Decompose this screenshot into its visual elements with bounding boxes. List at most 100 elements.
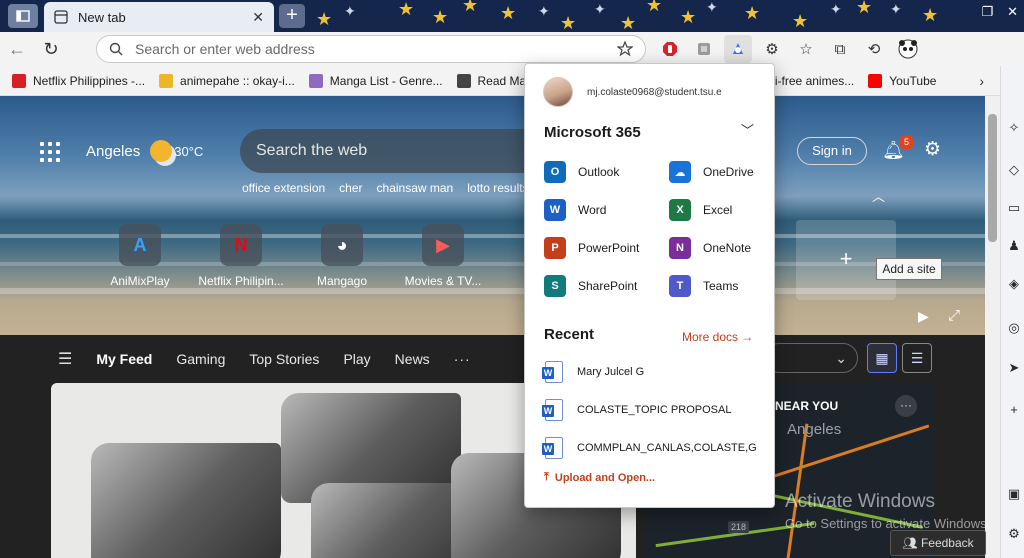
m365-icon[interactable] [724,35,752,63]
account-row[interactable]: mj.colaste0968@student.tsu.e [543,77,737,107]
quick-link-netflix[interactable]: N Netflix Philipin... [191,224,291,288]
app-powerpoint[interactable]: P PowerPoint [544,237,639,259]
favorite-manga-list[interactable]: Manga List - Genre... [308,73,443,88]
collections-icon[interactable]: ⧉ [826,35,854,63]
more-docs-link[interactable]: More docs → [682,330,753,344]
quick-link-movies-tv[interactable]: ▶ Movies & TV... [393,224,493,288]
recent-heading: Recent [544,326,595,343]
feed-layout-dropdown[interactable]: ⌄ [764,343,858,373]
profile-panda-icon[interactable] [894,35,922,63]
trending-searches: office extension cher chainsaw man lotto… [242,181,542,195]
favorites-icon[interactable]: ☆ [792,35,820,63]
tab-news[interactable]: News [395,351,430,367]
partly-sunny-icon [150,140,173,162]
word-doc-icon [542,437,563,459]
tab-close-icon[interactable]: ✕ [252,9,264,26]
sidebar-settings-icon[interactable]: ⚙ [1005,526,1023,544]
quick-link-animixplay[interactable]: A AniMixPlay [90,224,190,288]
favorites-overflow-icon[interactable]: › [979,73,984,89]
toolbar-icons: ⚙ ☆ ⧉ ⟲ [656,35,922,63]
window-controls: ❐ ✕ [981,4,1018,20]
tab-gaming[interactable]: Gaming [176,351,225,367]
upload-open-link[interactable]: ⤒ Upload and Open... [544,471,655,484]
app-sharepoint[interactable]: S SharePoint [544,275,637,297]
grid-layout-icon[interactable]: ▦ [867,343,897,373]
sidebar-office-icon[interactable]: ◈ [1005,276,1023,294]
decor-star: ✦ [538,3,550,19]
extension-app-icon[interactable] [690,35,718,63]
app-onedrive[interactable]: ☁ OneDrive [669,161,754,183]
back-button[interactable]: ← [0,34,34,64]
feedback-button[interactable]: 👥︎ Feedback [890,530,986,556]
restore-window-icon[interactable]: ❐ [981,4,993,20]
sidebar-games-icon[interactable]: ♟ [1005,238,1023,256]
onenote-icon: N [669,237,691,259]
page-settings-gear-icon[interactable]: ⚙ [924,138,941,161]
refresh-button[interactable]: ↻ [34,34,68,64]
app-label: Word [578,203,607,217]
play-background-icon[interactable]: ▶ [918,308,929,325]
sidebar-sparkle-icon[interactable]: ✧ [1005,120,1023,138]
powerpoint-icon: P [544,237,566,259]
sidebar-send-icon[interactable]: ➤ [1005,360,1023,378]
recent-doc-item[interactable]: COLASTE_TOPIC PROPOSAL [542,399,757,421]
tab-new-tab[interactable]: New tab ✕ [44,2,274,32]
app-onenote[interactable]: N OneNote [669,237,751,259]
sign-in-button[interactable]: Sign in [797,137,867,165]
adblock-hand-icon[interactable] [656,35,684,63]
app-word[interactable]: W Word [544,199,606,221]
favorite-youtube[interactable]: YouTube [868,73,936,88]
sharepoint-icon: S [544,275,566,297]
web-search-input[interactable]: Search the web [240,129,540,173]
search-icon [109,42,123,56]
tab-top-stories[interactable]: Top Stories [249,351,319,367]
favorite-animepahe[interactable]: animepahe :: okay-i... [159,73,295,88]
weather-widget[interactable]: Angeles 30°C [86,140,203,162]
decor-star: ★ [500,3,517,23]
tab-strip: ★ ✦ ★ ★ ★ ★ ✦ ★ ✦ ★ ★ ★ ✦ ★ ★ ✦ ★ ✦ ★ Ne… [0,0,1024,32]
recent-doc-name: COLASTE_TOPIC PROPOSAL [577,404,732,416]
list-layout-icon[interactable]: ☰ [902,343,932,373]
decor-star: ★ [398,0,415,19]
map-more-icon[interactable]: ··· [895,395,917,417]
close-window-icon[interactable]: ✕ [1007,4,1018,20]
favorite-netflix[interactable]: Netflix Philippines -... [12,73,145,88]
app-outlook[interactable]: O Outlook [544,161,619,183]
feed-menu-icon[interactable]: ☰ [58,349,72,369]
trending-item[interactable]: chainsaw man [377,181,454,195]
sidebar-add-icon[interactable]: + [1005,402,1023,420]
sidebar-tag-icon[interactable]: ◇ [1005,162,1023,180]
sidebar-briefcase-icon[interactable]: ▭ [1005,200,1023,218]
app-teams[interactable]: T Teams [669,275,738,297]
quick-link-mangago[interactable]: ◕ Mangago [292,224,392,288]
chevron-down-icon[interactable]: ﹀ [741,120,754,139]
word-icon: W [544,199,566,221]
new-tab-page: Angeles 30°C Search the web office exten… [0,96,1000,558]
app-launcher-icon[interactable] [40,142,60,162]
history-icon[interactable]: ⟲ [860,35,888,63]
sidebar-camera-icon[interactable]: ◎ [1005,320,1023,338]
feedback-label: Feedback [920,536,974,550]
trending-item[interactable]: office extension [242,181,325,195]
new-tab-button[interactable]: + [279,4,305,28]
extensions-puzzle-icon[interactable]: ⚙ [758,35,786,63]
decor-star: ✦ [830,1,842,17]
chevron-down-icon: ⌄ [835,350,847,366]
app-excel[interactable]: X Excel [669,199,732,221]
sidebar-layout-icon[interactable]: ▣ [1005,486,1023,504]
address-bar[interactable]: Search or enter web address [96,35,646,63]
page-scrollbar-thumb[interactable] [988,114,997,242]
decor-star: ★ [432,7,449,27]
address-bar-placeholder: Search or enter web address [135,41,315,57]
feed-more-icon[interactable]: ··· [454,351,471,367]
recent-doc-item[interactable]: COMMPLAN_CANLAS,COLASTE,G... [542,437,757,459]
tab-my-feed[interactable]: My Feed [96,351,152,367]
trending-item[interactable]: cher [339,181,362,195]
collapse-chevron-icon[interactable]: ︿ [872,186,885,205]
tab-actions-button[interactable] [8,4,38,28]
app-label: Outlook [578,165,620,179]
recent-doc-item[interactable]: Mary Julcel G [542,361,757,383]
add-favorite-star-icon[interactable] [617,41,633,57]
expand-icon[interactable]: ⤢ [948,307,960,324]
tab-play[interactable]: Play [343,351,370,367]
